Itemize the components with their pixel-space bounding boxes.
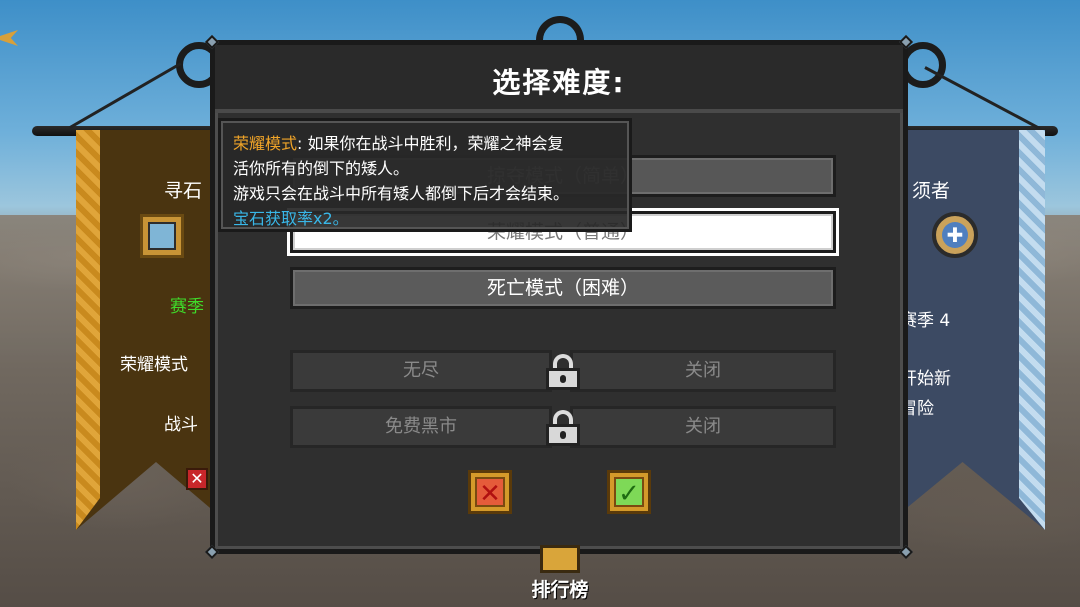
lock-icon bbox=[546, 410, 580, 446]
tooltip-mode-name: 荣耀模式 bbox=[233, 134, 298, 153]
cancel-button[interactable]: ✕ bbox=[468, 470, 512, 514]
right-banner-title: 须者 bbox=[912, 180, 951, 202]
free-black-market-toggle[interactable]: 关闭 bbox=[570, 406, 836, 448]
left-banner-edge bbox=[76, 130, 100, 530]
tooltip-line4: 宝石获取率x2。 bbox=[233, 209, 349, 228]
left-banner-season: 赛季 bbox=[170, 297, 204, 317]
left-banner-title: 寻石 bbox=[164, 180, 203, 202]
endless-option-row: 无尽 关闭 bbox=[290, 350, 836, 392]
tooltip-line2: 活你所有的倒下的矮人。 bbox=[233, 159, 410, 178]
endless-toggle[interactable]: 关闭 bbox=[570, 350, 836, 392]
left-banner-battle: 战斗 bbox=[164, 415, 198, 435]
confirm-button[interactable]: ✓ bbox=[607, 470, 651, 514]
left-banner-mode: 荣耀模式 bbox=[120, 355, 188, 375]
dialog-title: 选择难度: bbox=[492, 66, 626, 99]
endless-label: 无尽 bbox=[290, 350, 552, 392]
mode-death-hard-button[interactable]: 死亡模式（困难） bbox=[290, 267, 836, 309]
lock-icon bbox=[546, 354, 580, 390]
leaderboard-label: 排行榜 bbox=[531, 579, 589, 601]
tooltip-line1-rest: : 如果你在战斗中胜利，荣耀之神会复 bbox=[297, 134, 564, 153]
tooltip-line3: 游戏只会在战斗中所有矮人都倒下后才会结束。 bbox=[233, 184, 570, 203]
tooltip-line1: 荣耀模式: 如果你在战斗中胜利，荣耀之神会复 bbox=[233, 131, 617, 156]
right-banner-edge bbox=[1019, 130, 1045, 530]
left-banner-close-icon[interactable]: ✕ bbox=[186, 468, 208, 490]
scroll-icon bbox=[140, 214, 184, 258]
leaderboard-icon bbox=[540, 545, 580, 573]
leaderboard-button[interactable]: 排行榜 bbox=[520, 545, 600, 602]
check-icon: ✓ bbox=[614, 477, 644, 509]
shield-cross-icon: ✚ bbox=[932, 212, 978, 258]
free-black-market-option-row: 免费黑市 关闭 bbox=[290, 406, 836, 448]
bird-icon bbox=[0, 30, 18, 46]
free-black-market-label: 免费黑市 bbox=[290, 406, 552, 448]
mode-tooltip: 荣耀模式: 如果你在战斗中胜利，荣耀之神会复 活你所有的倒下的矮人。 游戏只会在… bbox=[218, 118, 632, 232]
right-rope bbox=[924, 66, 1041, 130]
left-rope bbox=[69, 62, 182, 129]
dialog-title-bar: 选择难度: bbox=[215, 45, 903, 113]
x-icon: ✕ bbox=[475, 477, 505, 509]
